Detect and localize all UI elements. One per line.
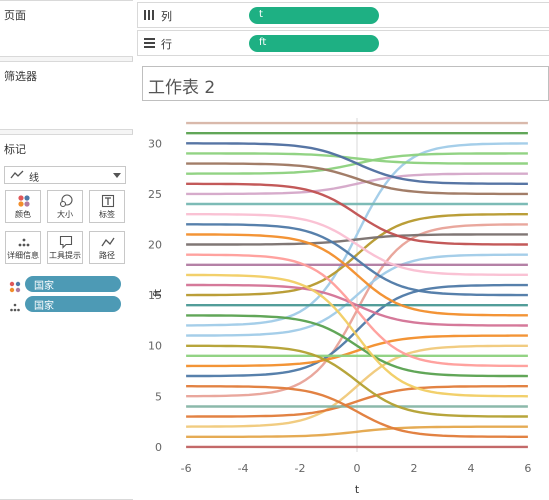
line-chart: 051015202530-6 -4 -2 0 2 4 6tft: [148, 118, 531, 496]
detail-button[interactable]: 详细信息: [5, 231, 41, 264]
x-tick-label: 6: [524, 462, 531, 475]
y-tick-label: 25: [148, 188, 162, 201]
filters-title: 筛选器: [4, 70, 37, 83]
marks-card: 标记: [0, 134, 133, 500]
filters-card[interactable]: 筛选器: [0, 61, 133, 130]
columns-shelf[interactable]: 列 t: [137, 2, 549, 28]
tooltip-button[interactable]: 工具提示: [47, 231, 83, 264]
tooltip-bubble-icon: [59, 235, 73, 249]
rows-shelf[interactable]: 行 ft: [137, 30, 549, 56]
size-button-label: 大小: [57, 210, 73, 219]
pages-card[interactable]: 页面: [0, 0, 133, 57]
rows-label: 行: [161, 38, 172, 51]
mark-type-dropdown[interactable]: 线: [4, 166, 126, 184]
sheet-title-box[interactable]: 工作表 2: [142, 66, 549, 101]
color-encoding-icon: [9, 278, 21, 297]
left-sidebar: 页面 筛选器 标记 线 颜色 大小 标签 详细信息 工具提示 路径 国家 国家: [0, 0, 133, 500]
path-button-label: 路径: [99, 251, 115, 260]
line-mark-icon: [10, 170, 24, 183]
y-tick-label: 20: [148, 239, 162, 252]
x-tick-label: 0: [354, 462, 361, 475]
color-field-pill[interactable]: 国家: [25, 276, 121, 292]
marks-title: 标记: [4, 143, 26, 156]
size-circles-icon: [59, 194, 73, 208]
label-button-label: 标签: [99, 210, 115, 219]
columns-icon: [144, 9, 155, 23]
y-tick-label: 30: [148, 137, 162, 150]
y-tick-label: 5: [155, 390, 162, 403]
size-button[interactable]: 大小: [47, 190, 83, 223]
x-axis-title: t: [355, 483, 360, 496]
y-tick-label: 10: [148, 340, 162, 353]
detail-dots-icon: [18, 238, 30, 247]
label-button[interactable]: 标签: [89, 190, 125, 223]
x-tick-label: 2: [410, 462, 417, 475]
x-tick-label: 4: [467, 462, 474, 475]
x-tick-label: -4: [238, 462, 249, 475]
y-axis-title: ft: [151, 288, 164, 297]
color-button[interactable]: 颜色: [5, 190, 41, 223]
rows-pill[interactable]: ft: [249, 35, 379, 52]
path-button[interactable]: 路径: [89, 231, 125, 264]
rows-icon: [144, 37, 155, 51]
chart-area: 0 5 10 15 20 25 30 -6 -4 -2 0 2 4 6 t ft: [137, 104, 549, 500]
pages-title: 页面: [4, 9, 26, 22]
x-tick-label: -2: [295, 462, 306, 475]
detail-field-pill[interactable]: 国家: [25, 296, 121, 312]
text-label-icon: [101, 194, 115, 208]
sheet-title: 工作表 2: [148, 78, 216, 98]
tooltip-button-label: 工具提示: [49, 251, 81, 260]
columns-label: 列: [161, 10, 172, 23]
detail-button-label: 详细信息: [7, 251, 39, 260]
path-line-icon: [101, 237, 115, 247]
chevron-down-icon[interactable]: [113, 171, 121, 182]
x-tick-label: -6: [181, 462, 192, 475]
y-tick-label: 0: [155, 441, 162, 454]
color-button-label: 颜色: [15, 210, 31, 219]
columns-pill[interactable]: t: [249, 7, 379, 24]
color-dots-icon: [18, 195, 30, 207]
mark-type-label: 线: [29, 173, 39, 184]
detail-encoding-icon: [9, 298, 21, 317]
